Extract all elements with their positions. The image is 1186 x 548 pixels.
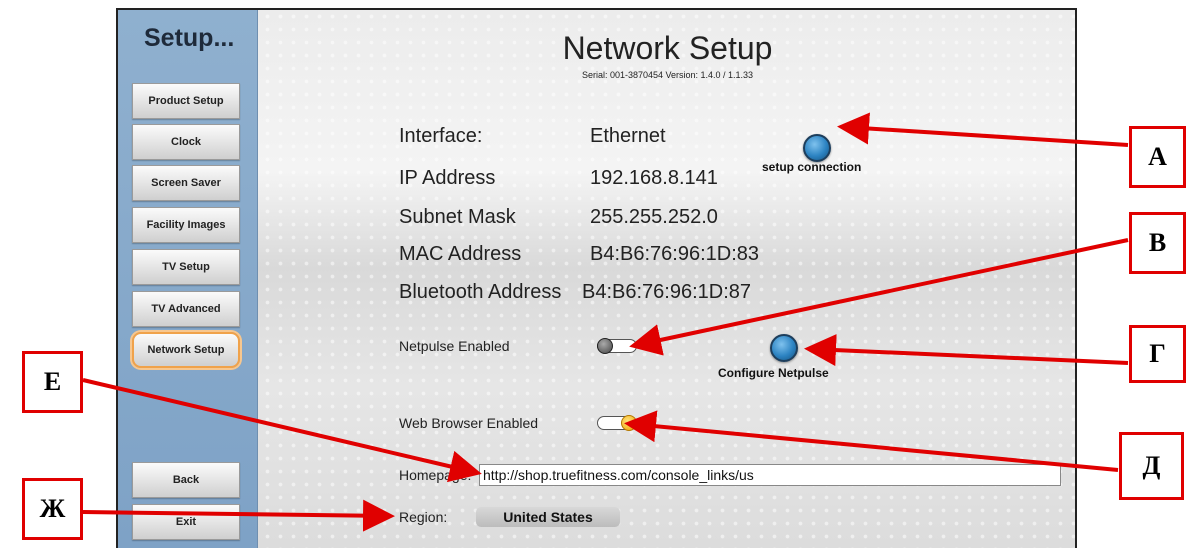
arrow-g	[804, 334, 1129, 367]
callout-a: А	[1129, 126, 1186, 188]
callout-zh: Ж	[22, 478, 83, 540]
arrow-d	[624, 410, 1119, 472]
callout-e: Е	[22, 351, 83, 413]
annotation-arrows	[82, 112, 1129, 532]
arrow-e	[82, 378, 482, 483]
callout-b: В	[1129, 212, 1186, 274]
callout-g: Г	[1129, 325, 1186, 383]
arrow-zh	[82, 499, 395, 532]
callout-d: Д	[1119, 432, 1184, 500]
arrow-b	[629, 238, 1129, 356]
arrow-a	[837, 112, 1129, 147]
